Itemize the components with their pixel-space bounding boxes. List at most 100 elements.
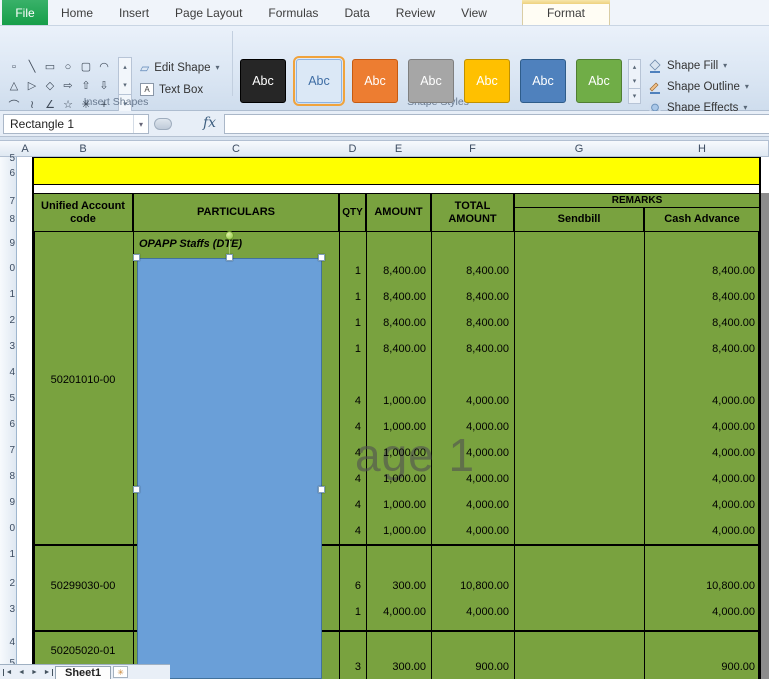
cell-qty[interactable]: 4 xyxy=(339,518,366,544)
arc-icon[interactable]: ◠ xyxy=(95,57,113,76)
header-amount[interactable]: AMOUNT xyxy=(366,193,431,232)
row-header[interactable]: 4 xyxy=(0,637,15,650)
column-header-F[interactable]: F xyxy=(431,140,515,157)
name-box[interactable]: Rectangle 1 ▾ xyxy=(3,114,149,134)
cell-total[interactable]: 4,000.00 xyxy=(431,388,514,414)
account-code-cell[interactable]: 50205020-01 xyxy=(33,645,133,657)
row-header[interactable]: 1 xyxy=(0,549,15,562)
formula-input[interactable] xyxy=(224,114,769,134)
gallery-down-icon[interactable]: ▾ xyxy=(119,76,131,94)
style-blue[interactable]: Abc xyxy=(520,59,566,103)
cell-qty[interactable]: 4 xyxy=(339,492,366,518)
row-header[interactable]: 6 xyxy=(0,168,15,181)
header-particulars[interactable]: PARTICULARS xyxy=(133,193,339,232)
cell-total[interactable]: 4,000.00 xyxy=(431,492,514,518)
cell-qty[interactable]: 4 xyxy=(339,414,366,440)
insert-worksheet-icon[interactable]: ✳ xyxy=(113,666,129,678)
cell-cash[interactable]: 8,400.00 xyxy=(644,284,760,310)
row-header-strip[interactable] xyxy=(0,157,17,679)
rectangle-icon[interactable]: ▭ xyxy=(41,57,59,76)
cell-qty[interactable]: 1 xyxy=(339,310,366,336)
row-header[interactable]: 7 xyxy=(0,445,15,458)
line-icon[interactable]: ╲ xyxy=(23,57,41,76)
styles-down-icon[interactable]: ▾ xyxy=(629,74,640,88)
tab-format[interactable]: Format xyxy=(521,0,610,25)
arrow-up-icon[interactable]: ⇧ xyxy=(77,76,95,95)
next-sheet-button[interactable]: ► xyxy=(29,669,40,676)
cell-cash[interactable]: 8,400.00 xyxy=(644,258,760,284)
row-header[interactable]: 3 xyxy=(0,604,15,617)
cell-total[interactable]: 4,000.00 xyxy=(431,466,514,492)
tab-view[interactable]: View xyxy=(448,0,500,25)
style-light-blue[interactable]: Abc xyxy=(293,56,345,106)
column-header-B[interactable]: B xyxy=(33,140,134,157)
header-cash-advance[interactable]: Cash Advance xyxy=(644,207,760,232)
gallery-up-icon[interactable]: ▴ xyxy=(119,58,131,76)
column-header-A[interactable]: A xyxy=(17,140,34,157)
header-account-code[interactable]: Unified Account code xyxy=(33,193,133,232)
column-header-G[interactable]: G xyxy=(514,140,645,157)
last-sheet-button[interactable]: ► xyxy=(42,668,53,676)
row-header[interactable]: 6 xyxy=(0,419,15,432)
arrow-down-icon[interactable]: ⇩ xyxy=(95,76,113,95)
row-header[interactable]: 1 xyxy=(0,289,15,302)
cell-amount[interactable]: 8,400.00 xyxy=(366,310,431,336)
cell-total[interactable]: 10,800.00 xyxy=(431,573,514,599)
style-orange[interactable]: Abc xyxy=(352,59,398,103)
cell-amount[interactable]: 1,000.00 xyxy=(366,518,431,544)
header-total-amount[interactable]: TOTAL AMOUNT xyxy=(431,193,514,232)
cell-total[interactable]: 8,400.00 xyxy=(431,258,514,284)
resize-handle-middle-left[interactable] xyxy=(133,486,140,493)
cell-total[interactable]: 8,400.00 xyxy=(431,336,514,362)
tab-file[interactable]: File xyxy=(2,0,48,25)
cell-total[interactable]: 8,400.00 xyxy=(431,284,514,310)
header-remarks[interactable]: REMARKS xyxy=(514,193,760,208)
cell-qty[interactable]: 6 xyxy=(339,573,366,599)
cell-cash[interactable]: 4,000.00 xyxy=(644,518,760,544)
row-header[interactable]: 8 xyxy=(0,471,15,484)
blank-row[interactable] xyxy=(33,185,760,193)
header-qty[interactable]: QTY xyxy=(339,193,366,232)
resize-handle-top-left[interactable] xyxy=(133,254,140,261)
column-header-partial[interactable] xyxy=(760,140,769,157)
ellipse-icon[interactable]: ○ xyxy=(59,57,77,76)
edit-shape-button[interactable]: ▱ Edit Shape ▾ xyxy=(136,57,224,78)
insert-function-button[interactable]: fx xyxy=(203,115,216,131)
shape-fill-button[interactable]: Shape Fill ▾ xyxy=(648,56,727,75)
cell-qty[interactable]: 1 xyxy=(339,599,366,625)
row-header[interactable]: 8 xyxy=(0,214,15,227)
row-header[interactable]: 9 xyxy=(0,497,15,510)
cell-total[interactable]: 4,000.00 xyxy=(431,414,514,440)
cell-qty[interactable]: 1 xyxy=(339,284,366,310)
resize-handle-middle-right[interactable] xyxy=(318,486,325,493)
cell-cash[interactable]: 8,400.00 xyxy=(644,336,760,362)
cell-amount[interactable]: 1,000.00 xyxy=(366,466,431,492)
row-header[interactable]: 3 xyxy=(0,341,15,354)
cell-amount[interactable]: 1,000.00 xyxy=(366,414,431,440)
column-header-C[interactable]: C xyxy=(133,140,340,157)
first-sheet-button[interactable]: ◄ xyxy=(3,668,14,676)
styles-up-icon[interactable]: ▴ xyxy=(629,60,640,74)
right-triangle-icon[interactable]: ▷ xyxy=(23,76,41,95)
tab-data[interactable]: Data xyxy=(331,0,382,25)
shape-outline-button[interactable]: Shape Outline ▾ xyxy=(648,77,749,96)
cell-qty[interactable]: 4 xyxy=(339,388,366,414)
tab-formulas[interactable]: Formulas xyxy=(255,0,331,25)
cell-amount[interactable]: 300.00 xyxy=(366,656,431,679)
column-header-H[interactable]: H xyxy=(644,140,761,157)
name-box-dropdown-icon[interactable]: ▾ xyxy=(133,115,148,133)
row-header[interactable]: 2 xyxy=(0,578,15,591)
row-header[interactable]: 7 xyxy=(0,196,15,209)
cell-cash[interactable]: 4,000.00 xyxy=(644,414,760,440)
cell-cash[interactable]: 8,400.00 xyxy=(644,310,760,336)
cell-qty[interactable]: 3 xyxy=(339,656,366,679)
column-header-D[interactable]: D xyxy=(339,140,367,157)
row-header[interactable]: 0 xyxy=(0,523,15,536)
row-header[interactable]: 5 xyxy=(0,153,15,166)
style-dark[interactable]: Abc xyxy=(240,59,286,103)
resize-handle-top-right[interactable] xyxy=(318,254,325,261)
cell-qty[interactable]: 4 xyxy=(339,466,366,492)
cell-amount[interactable]: 300.00 xyxy=(366,573,431,599)
rotate-handle[interactable] xyxy=(225,231,234,240)
tab-home[interactable]: Home xyxy=(48,0,106,25)
